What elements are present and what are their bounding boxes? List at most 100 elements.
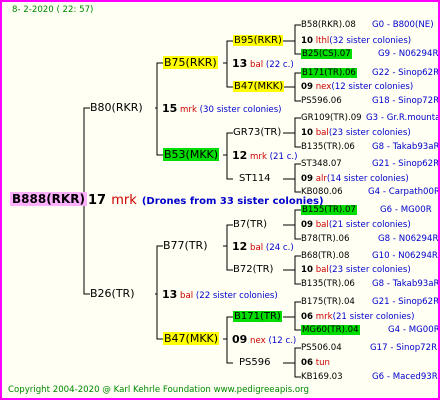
- gen4-id: B135(TR).06: [301, 279, 355, 289]
- gen4-loc: G18 - Sinop72R: [372, 96, 440, 106]
- gen4-loc-6: G21 - Sinop62R: [372, 157, 438, 171]
- gen4-loc-0: G0 - B800(NE): [372, 18, 434, 32]
- gen3-mark: mrk: [315, 312, 333, 322]
- root-node: B888(RKR): [10, 191, 87, 206]
- gen4-row-0: B58(RKR).08: [301, 18, 356, 32]
- gen2-num: 13: [232, 57, 248, 70]
- gen3-node-2: GR73(TR): [233, 126, 281, 140]
- gen1-mark: bal: [180, 291, 194, 301]
- gen4-loc: G17 - Sinop72R: [370, 343, 438, 353]
- gen3-label: ST114: [239, 173, 271, 184]
- gen2-label: B53(MKK): [163, 148, 220, 161]
- gen2-mark: bal: [250, 60, 264, 70]
- gen4-id: B58(RKR).08: [301, 20, 356, 30]
- gen4-loc-4: G3 - Gr.R.mounta: [366, 111, 440, 125]
- gen3-node-5: B72(TR): [233, 263, 273, 277]
- root-label: B888(RKR): [10, 192, 87, 206]
- gen2-note: (12 c.): [268, 336, 297, 346]
- gen3-node-4: B7(TR): [233, 218, 267, 232]
- gen4-row-10: B68(TR).08: [301, 249, 349, 263]
- gen4-loc-14: G17 - Sinop72R: [370, 341, 437, 355]
- root-mark: mrk: [111, 193, 137, 208]
- gen2-info-2: 12 bal (24 c.): [232, 240, 294, 255]
- gen3-num: 09: [301, 174, 313, 184]
- gen4-id: B78(TR).06: [301, 234, 350, 244]
- gen2-node-1: B53(MKK): [163, 148, 220, 162]
- gen1-num: 13: [162, 288, 178, 301]
- gen3-note: (23 sister colonies): [328, 265, 411, 275]
- gen2-label: B75(RKR): [163, 56, 218, 69]
- gen4-id: KB169.03: [301, 372, 343, 382]
- gen4-row-8: B155(TR).07: [301, 203, 357, 217]
- gen2-info-1: 12 mrk (21 c.): [232, 149, 298, 164]
- gen3-info-0: 10 lthl(32 sister colonies): [301, 34, 411, 48]
- gen4-loc: G9 - N06294R: [378, 49, 439, 59]
- gen3-node-7: PS596: [239, 356, 270, 370]
- gen3-info-1: 09 nex(12 sister colonies): [301, 80, 413, 94]
- gen4-id: PS596.06: [301, 96, 342, 106]
- gen4-id: B155(TR).07: [301, 205, 357, 215]
- gen3-note: (21 sister colonies): [332, 312, 415, 322]
- gen3-num: 09: [301, 82, 313, 92]
- gen2-info-0: 13 bal (22 c.): [232, 57, 294, 72]
- gen4-row-2: B171(TR).06: [301, 66, 357, 80]
- gen2-label: B77(TR): [163, 239, 208, 252]
- gen4-id: B171(TR).06: [301, 68, 357, 78]
- gen1-node-0: B80(RKR): [90, 101, 143, 114]
- gen4-loc: G8 - Takab93aR: [372, 142, 440, 152]
- footer-copyright: Copyright 2004-2020 @ Karl Kehrle Founda…: [8, 385, 310, 395]
- gen4-loc: G4 - Carpath00R: [368, 187, 440, 197]
- gen3-mark: bal: [315, 265, 329, 275]
- gen3-note: (12 sister colonies): [331, 82, 414, 92]
- gen4-loc: G4 - MG00R: [388, 325, 440, 335]
- gen4-row-3: PS596.06: [301, 94, 342, 108]
- gen4-loc-8: G6 - MG00R: [380, 203, 432, 217]
- gen4-row-9: B78(TR).06: [301, 232, 349, 246]
- gen4-loc: G8 - Takab93aR: [372, 279, 440, 289]
- gen4-id: B135(TR).06: [301, 142, 355, 152]
- gen3-info-7: 06 tun: [301, 356, 330, 370]
- gen4-id: B68(TR).08: [301, 251, 350, 261]
- gen4-loc-11: G8 - Takab93aR: [372, 277, 440, 291]
- gen4-row-14: PS506.04: [301, 341, 342, 355]
- gen3-mark: alr: [315, 174, 327, 184]
- gen3-mark: bal: [315, 128, 329, 138]
- gen4-row-1: B25(CS).07: [301, 47, 352, 61]
- gen3-mark: tun: [315, 358, 330, 368]
- root-drones: 17 mrk (Drones from 33 sister colonies): [88, 192, 324, 209]
- gen2-node-3: B47(MKK): [163, 332, 220, 346]
- gen4-loc: G22 - Sinop62R: [372, 68, 440, 78]
- gen4-row-7: KB080.06: [301, 185, 343, 199]
- gen3-num: 10: [301, 36, 313, 46]
- gen3-mark: bal: [315, 220, 329, 230]
- gen1-note: (22 sister colonies): [195, 291, 278, 301]
- gen4-loc-9: G8 - N06294R: [378, 232, 438, 246]
- gen3-note: (32 sister colonies): [329, 36, 412, 46]
- root-num: 17: [88, 193, 107, 208]
- gen1-mark: mrk: [180, 105, 197, 115]
- gen3-note: (23 sister colonies): [328, 128, 411, 138]
- gen3-label: B171(TR): [233, 311, 282, 322]
- gen4-loc-15: G6 - Maced93R: [372, 370, 438, 384]
- gen2-node-0: B75(RKR): [163, 56, 218, 70]
- gen4-row-4: GR109(TR).09: [301, 111, 362, 125]
- gen2-info-3: 09 nex (12 c.): [232, 333, 296, 348]
- gen3-info-2: 10 bal(23 sister colonies): [301, 126, 411, 140]
- gen2-num: 12: [232, 240, 248, 253]
- gen4-id: KB080.06: [301, 187, 343, 197]
- gen2-mark: nex: [250, 336, 266, 346]
- gen1-num: 15: [162, 102, 178, 115]
- gen4-id: B25(CS).07: [301, 49, 352, 59]
- gen2-mark: bal: [250, 243, 264, 253]
- gen4-loc: G10 - N06294R: [372, 251, 438, 261]
- gen4-loc-2: G22 - Sinop62R: [372, 66, 440, 80]
- gen4-id: ST348.07: [301, 159, 342, 169]
- gen4-loc-10: G10 - N06294R: [372, 249, 438, 263]
- gen4-loc: G8 - N06294R: [378, 234, 439, 244]
- gen4-id: GR109(TR).09: [301, 113, 362, 123]
- gen4-row-11: B135(TR).06: [301, 277, 355, 291]
- gen4-row-13: MG60(TR).04: [301, 323, 360, 337]
- gen1-info-0: 15 mrk (30 sister colonies): [162, 102, 282, 117]
- gen4-loc: G3 - Gr.R.mounta: [366, 113, 440, 123]
- gen2-node-2: B77(TR): [163, 239, 208, 253]
